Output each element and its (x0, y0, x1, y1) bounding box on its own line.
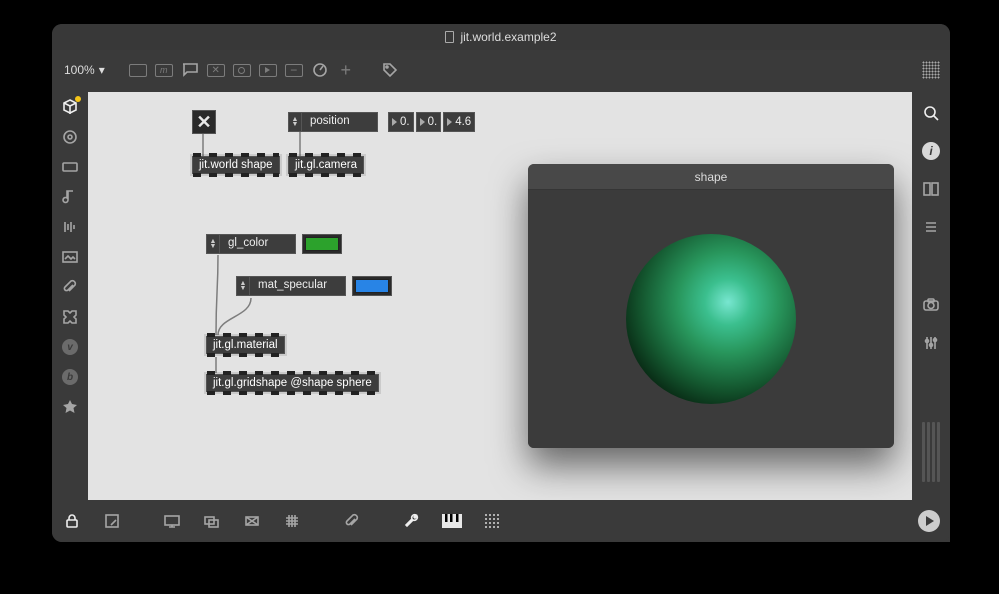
b-icon[interactable]: b (61, 368, 79, 386)
attrui-label: gl_color (220, 234, 296, 254)
play-box-icon[interactable] (257, 59, 279, 81)
render-canvas (528, 190, 894, 448)
object-text: jit.gl.gridshape @shape sphere (213, 377, 372, 389)
triangle-icon (447, 118, 452, 126)
render-window-title[interactable]: shape (528, 164, 894, 190)
number-box[interactable]: 4.6 (443, 112, 475, 132)
object-jit-gl-gridshape[interactable]: jit.gl.gridshape @shape sphere (206, 374, 379, 392)
target-icon[interactable] (61, 128, 79, 146)
dial-icon[interactable] (309, 59, 331, 81)
x-box-icon[interactable]: ✕ (205, 59, 227, 81)
zoom-value: 100% (64, 63, 95, 77)
vu-meter (921, 412, 941, 482)
color-swatch[interactable] (302, 234, 342, 254)
layers-icon[interactable] (202, 511, 222, 531)
image-icon[interactable] (61, 248, 79, 266)
mixer-icon[interactable] (920, 332, 942, 354)
minus-box-icon[interactable]: − (283, 59, 305, 81)
calendar-grid-icon[interactable] (920, 59, 942, 81)
toggle-x-icon: ✕ (196, 112, 211, 133)
object-palette: m ✕ − + (127, 59, 401, 81)
window-title: jit.world.example2 (460, 30, 556, 44)
wrench-icon[interactable] (402, 511, 422, 531)
list-icon[interactable] (920, 216, 942, 238)
search-icon[interactable] (920, 102, 942, 124)
piano-icon[interactable] (442, 511, 462, 531)
note-icon[interactable] (61, 188, 79, 206)
attrui-label: mat_specular (250, 276, 346, 296)
tag-icon[interactable] (379, 59, 401, 81)
color-chip (355, 279, 389, 293)
comment-box-icon[interactable] (179, 59, 201, 81)
grid-toggle-icon[interactable] (282, 511, 302, 531)
dots-icon[interactable] (482, 511, 502, 531)
playback-icon[interactable] (61, 218, 79, 236)
number-box[interactable]: 0. (416, 112, 442, 132)
attrui-arrows-icon[interactable]: ▲▼ (206, 234, 220, 254)
presentation-icon[interactable] (162, 511, 182, 531)
triangle-icon (392, 118, 397, 126)
plus-icon[interactable]: + (335, 59, 357, 81)
color-chip (305, 237, 339, 251)
num-val: 0. (428, 116, 438, 128)
number-box[interactable]: 0. (388, 112, 414, 132)
object-jit-gl-material[interactable]: jit.gl.material (206, 336, 285, 354)
attachment-icon[interactable] (61, 278, 79, 296)
package-icon[interactable] (61, 98, 79, 116)
info-icon[interactable]: i (920, 140, 942, 162)
split-icon[interactable] (920, 178, 942, 200)
star-icon[interactable] (61, 398, 79, 416)
render-window[interactable]: shape (528, 164, 894, 448)
main-area: v b ✕ ▲▼ position 0. (52, 92, 912, 500)
object-jit-gl-camera[interactable]: jit.gl.camera (288, 156, 364, 174)
sphere-render (626, 234, 796, 404)
object-text: jit.world shape (199, 159, 273, 171)
triangle-icon (420, 118, 425, 126)
circle-box-icon[interactable] (231, 59, 253, 81)
bottom-toolbar (52, 500, 950, 542)
right-sidebar: i (912, 92, 950, 542)
attrui-label: position (302, 112, 378, 132)
app-window: jit.world.example2 100% ▾ m ✕ − + (52, 24, 950, 542)
patcher-canvas[interactable]: ✕ ▲▼ position 0. 0. 4.6 jit.world shape … (88, 92, 912, 500)
object-jit-world[interactable]: jit.world shape (192, 156, 280, 174)
chevron-down-icon: ▾ (99, 63, 105, 77)
position-number-row: 0. 0. 4.6 (388, 112, 475, 132)
navigator-icon[interactable] (242, 511, 262, 531)
expand-icon[interactable] (102, 511, 122, 531)
lock-icon[interactable] (62, 511, 82, 531)
play-icon (926, 516, 934, 526)
color-swatch[interactable] (352, 276, 392, 296)
bpatcher-icon[interactable] (61, 158, 79, 176)
zoom-dropdown[interactable]: 100% ▾ (60, 63, 109, 77)
top-toolbar: 100% ▾ m ✕ − + (52, 50, 950, 90)
left-sidebar: v b (52, 92, 88, 500)
num-val: 4.6 (455, 116, 471, 128)
v-icon[interactable]: v (61, 338, 79, 356)
attrui-arrows-icon[interactable]: ▲▼ (288, 112, 302, 132)
paperclip-icon[interactable] (342, 511, 362, 531)
m-box-icon[interactable]: m (153, 59, 175, 81)
num-val: 0. (400, 116, 410, 128)
camera-icon[interactable] (920, 294, 942, 316)
attrui-mat-specular[interactable]: ▲▼ mat_specular (236, 276, 392, 296)
plugin-icon[interactable] (61, 308, 79, 326)
attrui-arrows-icon[interactable]: ▲▼ (236, 276, 250, 296)
window-titlebar[interactable]: jit.world.example2 (52, 24, 950, 50)
document-icon (445, 31, 454, 43)
object-text: jit.gl.camera (295, 159, 357, 171)
attrui-gl-color[interactable]: ▲▼ gl_color (206, 234, 342, 254)
render-window-title-text: shape (695, 170, 728, 184)
object-text: jit.gl.material (213, 339, 278, 351)
new-patcher-icon[interactable] (127, 59, 149, 81)
play-button[interactable] (918, 510, 940, 532)
toggle-object[interactable]: ✕ (192, 110, 216, 134)
attrui-position[interactable]: ▲▼ position (288, 112, 378, 132)
